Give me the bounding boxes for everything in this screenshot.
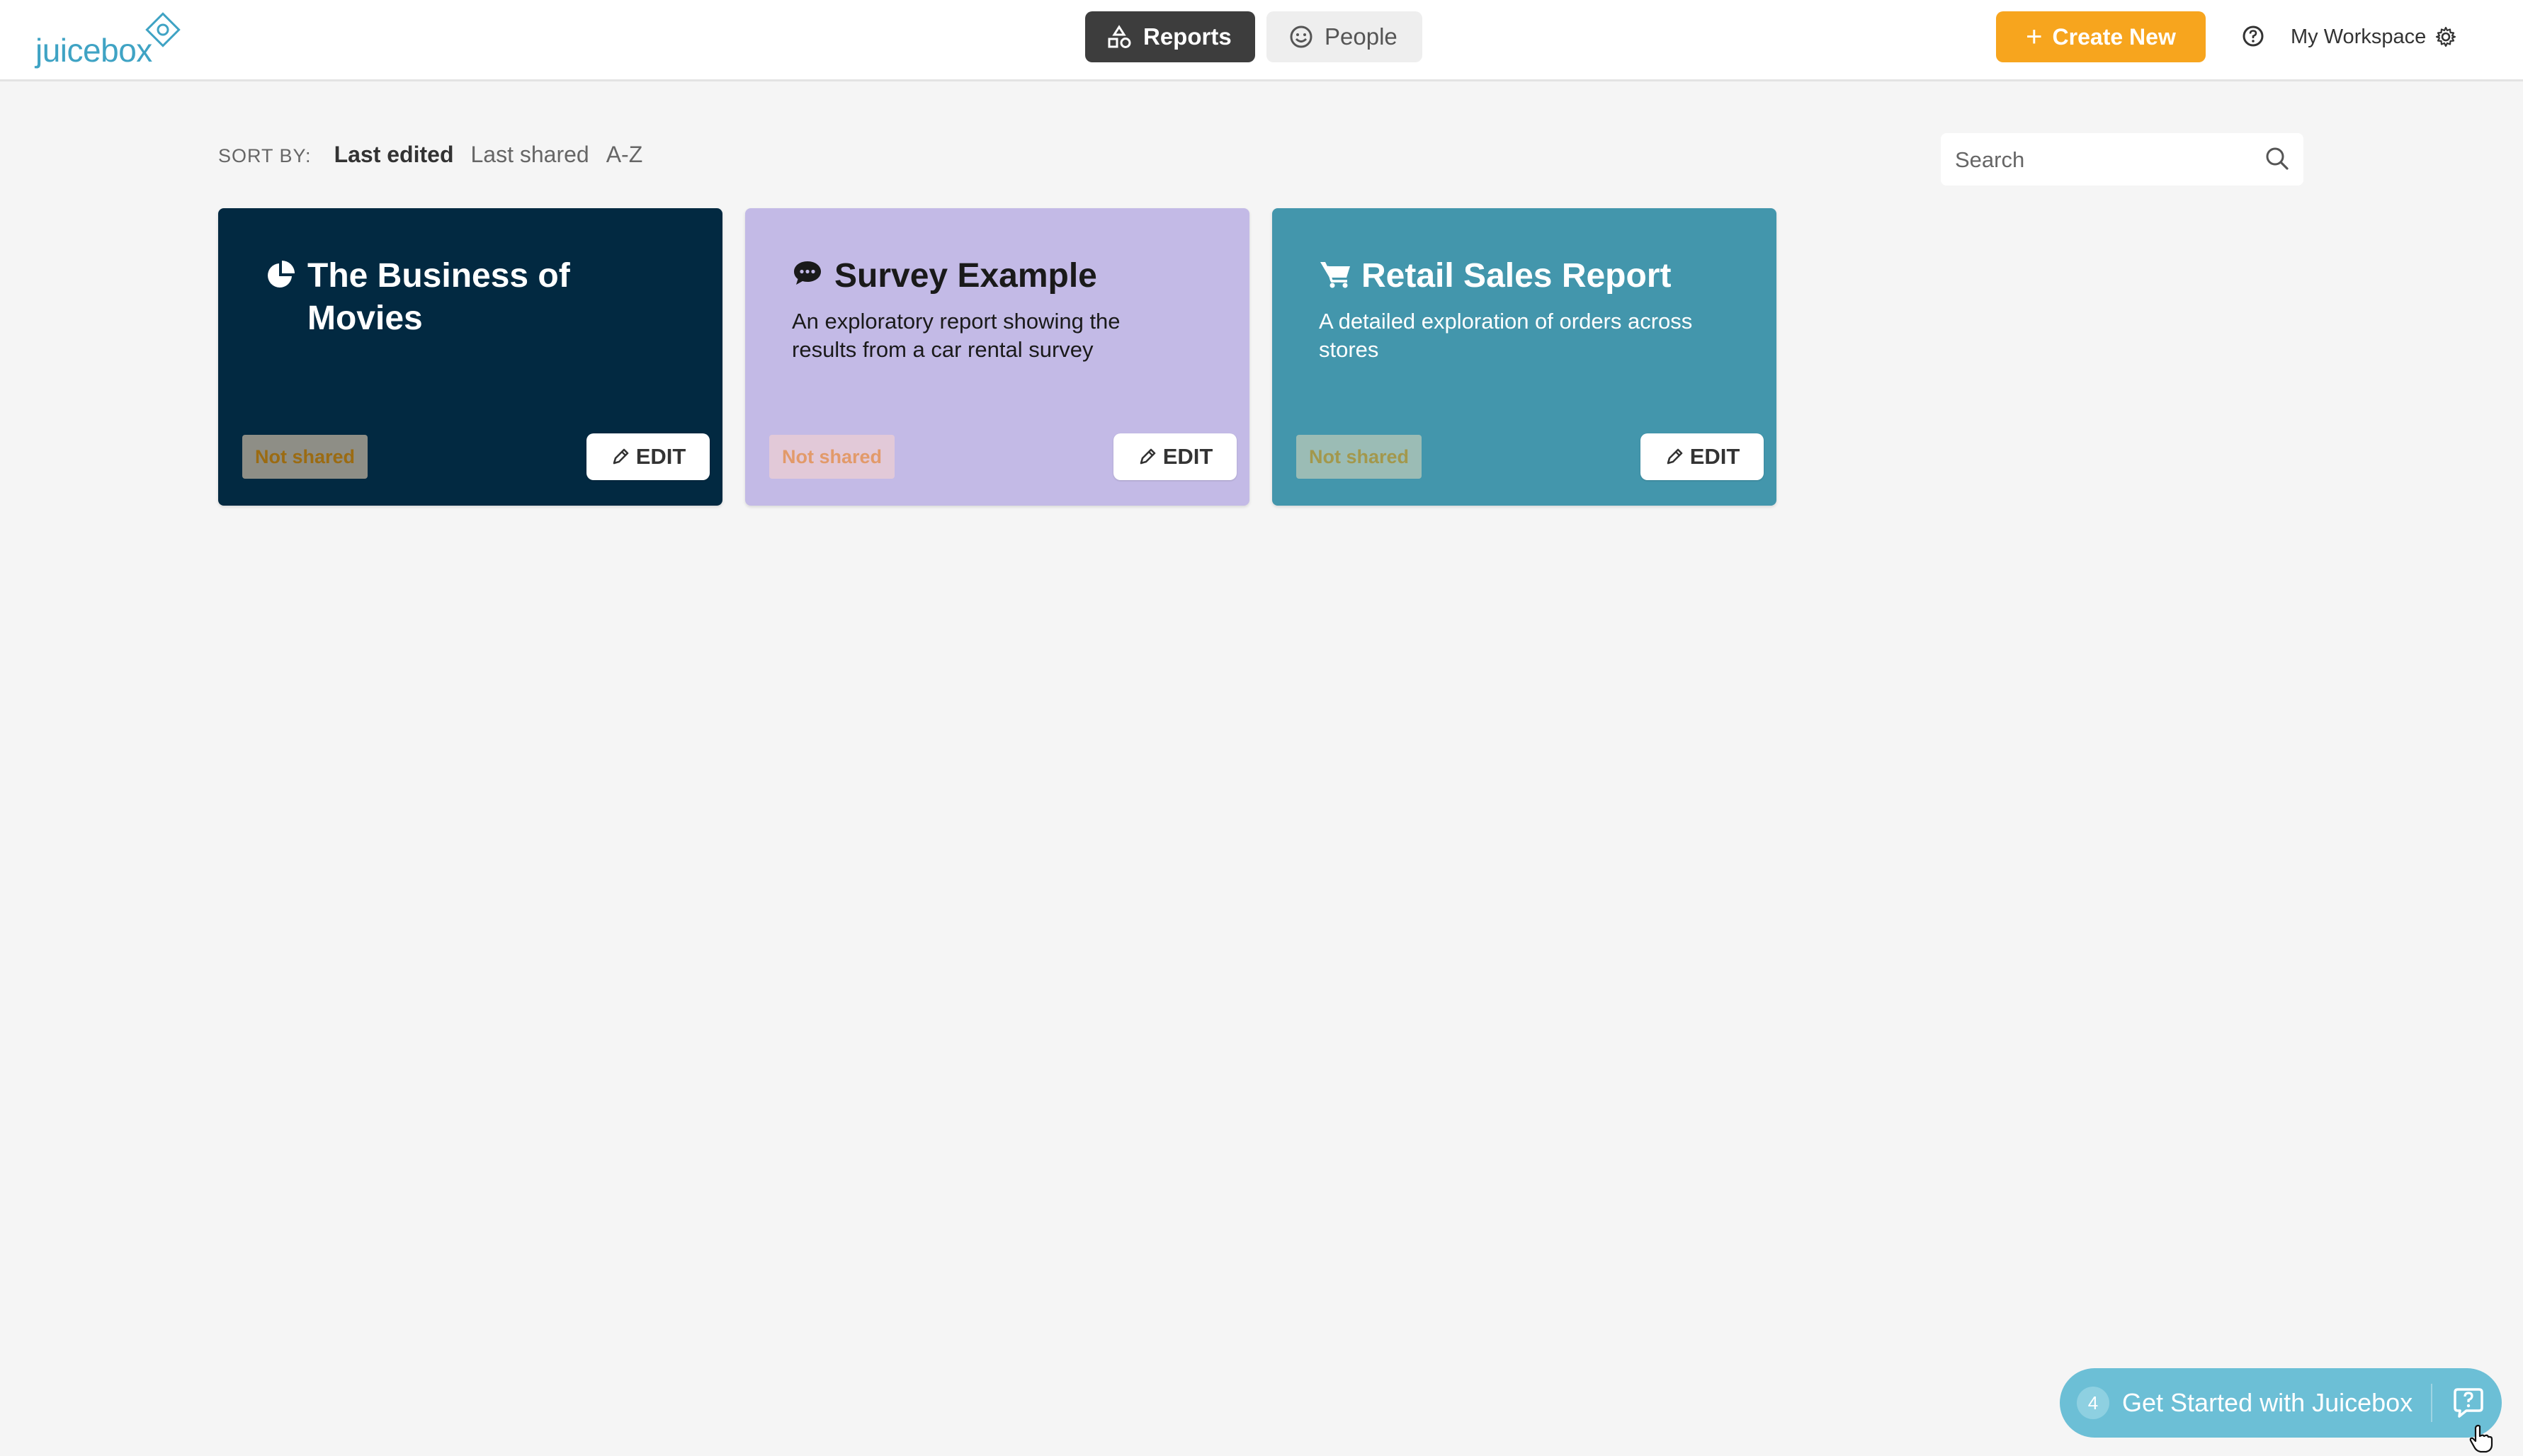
create-new-button[interactable]: + Create New: [1996, 11, 2206, 62]
report-card[interactable]: The Business of Movies Not shared EDIT: [218, 208, 722, 506]
get-started-label: Get Started with Juicebox: [2122, 1388, 2413, 1417]
pencil-icon: [613, 448, 628, 465]
pencil-icon: [1667, 448, 1682, 465]
sort-option-a-z[interactable]: A-Z: [606, 142, 643, 168]
top-bar: juicebox Reports People + Create New My …: [0, 0, 2523, 81]
workspace-label: My Workspace: [2291, 25, 2427, 48]
edit-button[interactable]: EDIT: [1113, 433, 1237, 480]
logo-diamond-icon: [145, 12, 181, 47]
edit-button[interactable]: EDIT: [586, 433, 710, 480]
report-card[interactable]: Survey Example An exploratory report sho…: [745, 208, 1249, 506]
create-new-label: Create New: [2052, 23, 2176, 50]
report-card[interactable]: Retail Sales Report A detailed explorati…: [1272, 208, 1776, 506]
status-badge: Not shared: [769, 435, 895, 479]
tab-reports-label: Reports: [1143, 23, 1232, 50]
logo-text: juicebox: [35, 32, 152, 69]
tab-people[interactable]: People: [1266, 11, 1422, 62]
hand-cursor-icon: [2469, 1424, 2493, 1453]
status-badge: Not shared: [1296, 435, 1422, 479]
edit-label: EDIT: [635, 444, 686, 469]
edit-button[interactable]: EDIT: [1640, 433, 1764, 480]
shopping-cart-icon: [1320, 262, 1350, 288]
report-description: A detailed exploration of orders across …: [1319, 309, 1693, 362]
smiley-icon: [1290, 25, 1312, 48]
pencil-icon: [1140, 448, 1155, 465]
sort-option-last-shared[interactable]: Last shared: [470, 142, 589, 168]
tab-reports[interactable]: Reports: [1085, 11, 1255, 62]
status-badge: Not shared: [242, 435, 368, 479]
search-icon[interactable]: [2264, 145, 2291, 172]
search-input[interactable]: Search: [1941, 133, 2303, 186]
edit-label: EDIT: [1162, 444, 1213, 469]
search-placeholder: Search: [1955, 147, 2025, 172]
divider: [2431, 1384, 2432, 1422]
shapes-icon: [1108, 25, 1131, 48]
get-started-widget[interactable]: 4 Get Started with Juicebox: [2060, 1368, 2502, 1438]
pie-chart-icon: [268, 261, 295, 288]
sort-label: SORT BY:: [218, 145, 312, 166]
report-title[interactable]: Survey Example: [834, 255, 1217, 297]
tab-people-label: People: [1325, 23, 1397, 50]
edit-label: EDIT: [1689, 444, 1740, 469]
report-title[interactable]: Retail Sales Report: [1361, 255, 1744, 297]
sort-option-last-edited[interactable]: Last edited: [334, 142, 454, 168]
sort-bar: SORT BY: Last edited Last shared A-Z: [218, 142, 659, 168]
help-chat-icon[interactable]: [2451, 1385, 2486, 1421]
question-circle-icon[interactable]: [2241, 24, 2265, 48]
juicebox-logo[interactable]: juicebox: [35, 7, 191, 71]
report-description: An exploratory report showing the result…: [792, 309, 1121, 362]
speech-bubble-icon: [794, 261, 821, 285]
report-title[interactable]: The Business of Movies: [307, 255, 690, 340]
plus-icon: +: [2026, 21, 2043, 52]
gear-icon: [2436, 26, 2456, 47]
get-started-count-badge: 4: [2077, 1387, 2109, 1419]
workspace-menu[interactable]: My Workspace: [2291, 21, 2457, 52]
